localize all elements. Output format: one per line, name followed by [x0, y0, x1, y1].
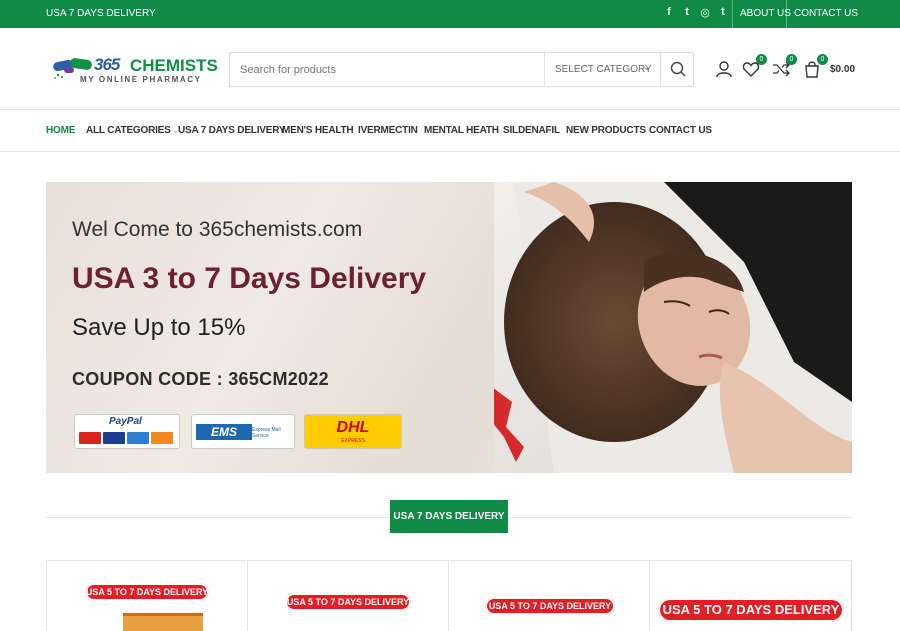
main-nav: HOME ALL CATEGORIES ⌄ USA 7 DAYS DELIVERY…	[0, 110, 900, 152]
dhl-subtext: EXPRESS	[341, 438, 365, 444]
banner-coupon-code: COUPON CODE : 365CM2022	[72, 369, 329, 389]
dhl-logo: DHL EXPRESS	[304, 414, 402, 449]
mastercard-icon	[79, 432, 101, 444]
visa-icon	[103, 432, 125, 444]
search-bar: SELECT CATEGORY ⌄	[229, 52, 694, 87]
product-card[interactable]: USA 5 TO 7 DAYS DELIVERY	[46, 561, 247, 631]
user-icon	[716, 61, 732, 78]
delivery-badge: USA 5 TO 7 DAYS DELIVERY	[658, 598, 844, 622]
chevron-down-icon: ⌄	[643, 62, 652, 73]
category-select[interactable]: SELECT CATEGORY ⌄	[544, 53, 660, 86]
wishlist-count-badge: 0	[756, 54, 767, 65]
banner-headline: USA 3 to 7 Days Delivery	[72, 262, 427, 295]
nav-item-sildenafil[interactable]: SILDENAFIL	[503, 125, 560, 136]
site-header: 365 CHEMISTS MY ONLINE PHARMACY SELECT C…	[0, 28, 900, 110]
nav-item-all-categories[interactable]: ALL CATEGORIES ⌄	[86, 125, 178, 136]
ems-label: EMS	[196, 424, 252, 440]
product-grid: USA 5 TO 7 DAYS DELIVERY USA 5 TO 7 DAYS…	[46, 560, 852, 631]
cart-count-badge: 0	[817, 54, 828, 65]
nav-item-contact-us[interactable]: CONTACT US	[649, 125, 712, 136]
nav-item-label: ALL CATEGORIES	[86, 125, 171, 136]
hero-banner[interactable]: Wel Come to 365chemists.com USA 3 to 7 D…	[46, 182, 852, 473]
nav-item-new-products[interactable]: NEW PRODUCTS	[566, 125, 646, 136]
nav-item-mental-heath[interactable]: MENTAL HEATH	[424, 125, 499, 136]
cart-button[interactable]: 0	[803, 54, 828, 78]
top-bar-promo: USA 7 DAYS DELIVERY	[46, 8, 156, 19]
facebook-icon[interactable]: f	[664, 6, 674, 19]
ems-subtext: Express Mail Service	[252, 427, 281, 439]
dhl-label: DHL	[336, 419, 370, 436]
section-header: USA 7 DAYS DELIVERY	[46, 500, 852, 533]
amex-icon	[127, 432, 149, 444]
banner-woman-photo	[494, 182, 852, 473]
search-input[interactable]	[240, 61, 530, 79]
category-select-label: SELECT CATEGORY	[555, 64, 652, 75]
account-button[interactable]	[715, 60, 733, 78]
cart-total[interactable]: $0.00	[830, 64, 855, 75]
logo-tagline: MY ONLINE PHARMACY	[80, 75, 202, 84]
compare-count-badge: 0	[786, 54, 797, 65]
top-bar-divider	[732, 0, 733, 28]
compare-button[interactable]: 0	[772, 54, 797, 78]
banner-welcome-text: Wel Come to 365chemists.com	[72, 218, 363, 241]
twitter-icon[interactable]: t	[682, 6, 692, 19]
nav-item-mens-health[interactable]: MEN'S HEALTH	[282, 125, 354, 136]
card-logos	[79, 432, 173, 444]
top-bar-divider	[786, 0, 787, 28]
delivery-badge: USA 5 TO 7 DAYS DELIVERY	[485, 597, 615, 615]
wishlist-button[interactable]: 0	[742, 54, 767, 78]
banner-discount-text: Save Up to 15%	[72, 314, 246, 341]
product-image	[123, 613, 203, 631]
nav-item-ivermectin[interactable]: IVERMECTIN	[358, 125, 418, 136]
product-card[interactable]: USA 5 TO 7 DAYS DELIVERY	[247, 561, 448, 631]
nav-item-home[interactable]: HOME	[46, 125, 75, 136]
site-logo[interactable]: 365 CHEMISTS MY ONLINE PHARMACY	[50, 55, 218, 85]
top-bar: USA 7 DAYS DELIVERY f t ◎ t ABOUT US CON…	[0, 0, 900, 28]
delivery-badge: USA 5 TO 7 DAYS DELIVERY	[285, 593, 411, 611]
discover-icon	[151, 432, 173, 444]
ems-logo: EMS Express Mail Service	[191, 414, 295, 449]
social-links: f t ◎ t	[664, 6, 728, 19]
nav-item-usa-7-days-delivery[interactable]: USA 7 DAYS DELIVERY	[178, 125, 286, 136]
product-card[interactable]: USA 5 TO 7 DAYS DELIVERY	[448, 561, 649, 631]
contact-us-top-link[interactable]: CONTACT US	[794, 8, 858, 19]
section-title[interactable]: USA 7 DAYS DELIVERY	[390, 500, 508, 533]
delivery-badge: USA 5 TO 7 DAYS DELIVERY	[85, 583, 209, 601]
instagram-icon[interactable]: ◎	[700, 6, 710, 19]
search-icon	[670, 61, 686, 77]
paypal-label: PayPal	[109, 416, 142, 427]
about-us-link[interactable]: ABOUT US	[740, 8, 791, 19]
search-button[interactable]	[660, 53, 694, 86]
logo-number: 365	[94, 55, 120, 74]
logo-name: CHEMISTS	[130, 56, 218, 75]
tumblr-icon[interactable]: t	[718, 6, 728, 19]
paypal-logo: PayPal	[74, 414, 180, 449]
product-card[interactable]: USA 5 TO 7 DAYS DELIVERY	[649, 561, 852, 631]
